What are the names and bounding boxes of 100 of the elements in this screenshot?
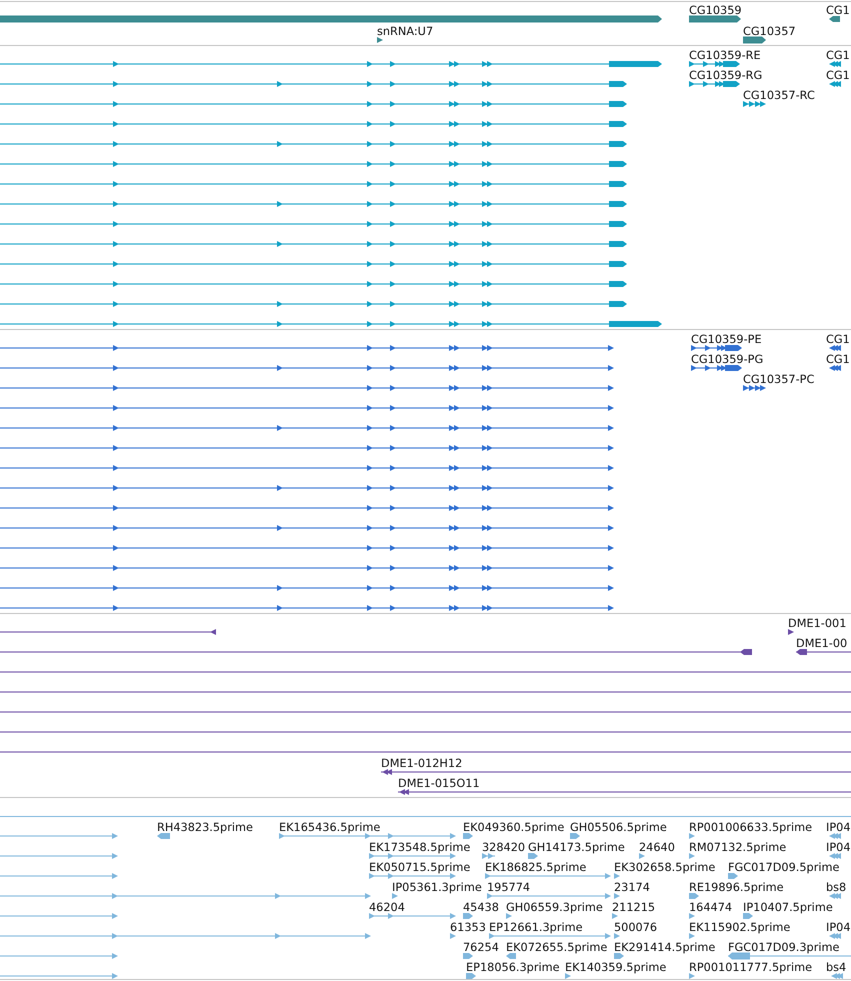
protein-glyph[interactable] <box>690 365 742 371</box>
gene-glyph[interactable] <box>743 36 766 44</box>
transcript-glyph[interactable] <box>829 81 841 87</box>
feature-label[interactable]: DME1-00 <box>796 637 848 650</box>
transcript-glyph[interactable] <box>829 61 841 67</box>
feature-label[interactable]: DME1-001 <box>788 617 846 630</box>
clone-glyph[interactable] <box>398 789 851 795</box>
clone-glyph[interactable] <box>788 629 794 635</box>
est-glyph[interactable] <box>450 933 456 939</box>
est-glyph[interactable] <box>279 833 285 839</box>
feature-label[interactable]: 211215 <box>612 901 656 914</box>
feature-label[interactable]: CG1 <box>826 69 850 82</box>
est-glyph[interactable] <box>689 913 695 919</box>
transcript-glyph[interactable] <box>742 101 766 107</box>
feature-label[interactable]: 76254 <box>463 941 499 954</box>
transcript-glyph[interactable] <box>688 61 740 67</box>
feature-label[interactable]: CG10359-PE <box>691 333 762 346</box>
feature-label[interactable]: EP12661.3prime <box>489 921 583 934</box>
est-glyph[interactable] <box>528 853 538 859</box>
est-glyph[interactable] <box>614 873 620 879</box>
feature-label[interactable]: CG1 <box>826 49 850 62</box>
protein-glyph[interactable] <box>829 345 841 351</box>
est-glyph[interactable] <box>614 933 620 939</box>
feature-label[interactable]: 164474 <box>689 901 732 914</box>
est-glyph[interactable] <box>689 973 695 979</box>
feature-label[interactable]: CG10359 <box>689 4 742 17</box>
feature-label[interactable]: GH06559.3prime <box>506 901 603 914</box>
feature-label[interactable]: RP001006633.5prime <box>689 821 812 834</box>
est-glyph[interactable] <box>689 933 695 939</box>
est-glyph[interactable] <box>392 893 398 899</box>
est-glyph[interactable] <box>466 973 476 979</box>
est-glyph[interactable] <box>506 913 512 919</box>
est-glyph[interactable] <box>728 873 738 879</box>
feature-label[interactable]: EK173548.5prime <box>369 841 470 854</box>
feature-label[interactable]: IP04 <box>826 921 851 934</box>
gene-glyph[interactable] <box>377 37 383 43</box>
est-glyph[interactable] <box>157 833 170 839</box>
est-glyph[interactable] <box>463 833 473 839</box>
feature-label[interactable]: IP04 <box>826 841 851 854</box>
feature-label[interactable]: RE19896.5prime <box>689 881 784 894</box>
feature-label[interactable]: 45438 <box>463 901 499 914</box>
feature-label[interactable]: RM07132.5prime <box>689 841 786 854</box>
feature-label[interactable]: EK072655.5prime <box>506 941 608 954</box>
feature-label[interactable]: CG10357 <box>743 25 796 38</box>
est-glyph[interactable] <box>612 913 618 919</box>
feature-label[interactable]: CG10357-PC <box>743 373 814 386</box>
feature-label[interactable]: EK050715.5prime <box>369 861 470 874</box>
feature-label[interactable]: RP001011777.5prime <box>689 961 812 974</box>
feature-label[interactable]: EK186825.5prime <box>485 861 586 874</box>
gene-glyph[interactable] <box>829 16 840 22</box>
feature-label[interactable]: EK140359.5prime <box>565 961 666 974</box>
est-glyph[interactable] <box>463 953 473 959</box>
feature-label[interactable]: EP18056.3prime <box>466 961 560 974</box>
est-glyph[interactable] <box>728 952 851 960</box>
est-glyph[interactable] <box>831 973 843 979</box>
feature-label[interactable]: DME1-012H12 <box>381 757 462 770</box>
feature-label[interactable]: DME1-015O11 <box>398 777 480 790</box>
protein-glyph[interactable] <box>829 365 841 371</box>
feature-label[interactable]: bs8 <box>826 881 846 894</box>
feature-label[interactable]: 500076 <box>614 921 658 934</box>
feature-label[interactable]: GH14173.5prime <box>528 841 625 854</box>
est-glyph[interactable] <box>829 893 841 899</box>
est-glyph[interactable] <box>487 893 493 899</box>
est-glyph[interactable] <box>689 853 695 859</box>
clone-glyph[interactable] <box>796 649 851 655</box>
transcript-glyph[interactable] <box>688 81 740 87</box>
feature-label[interactable]: IP05361.3prime <box>392 881 482 894</box>
est-glyph[interactable] <box>570 833 580 839</box>
feature-label[interactable]: CG10359-PG <box>691 353 764 366</box>
est-glyph[interactable] <box>489 933 495 939</box>
est-glyph[interactable] <box>485 873 491 879</box>
feature-label[interactable]: CG10357-RC <box>743 89 815 102</box>
feature-label[interactable]: EK302658.5prime <box>614 861 716 874</box>
feature-label[interactable]: CG10359-RG <box>689 69 762 82</box>
est-glyph[interactable] <box>743 913 753 919</box>
feature-label[interactable]: EK115902.5prime <box>689 921 790 934</box>
feature-label[interactable]: FGC017D09.3prime <box>728 941 840 954</box>
est-glyph[interactable] <box>829 933 841 939</box>
est-glyph[interactable] <box>689 893 699 899</box>
feature-label[interactable]: GH05506.5prime <box>570 821 667 834</box>
feature-label[interactable]: IP04 <box>826 821 851 834</box>
protein-glyph[interactable] <box>690 345 742 351</box>
feature-label[interactable]: bs4 <box>826 961 846 974</box>
est-glyph[interactable] <box>614 953 624 959</box>
feature-label[interactable]: CG10359-RE <box>689 49 761 62</box>
est-glyph[interactable] <box>639 853 645 859</box>
feature-label[interactable]: 23174 <box>614 881 650 894</box>
est-glyph[interactable] <box>506 953 516 959</box>
feature-label[interactable]: 24640 <box>639 841 675 854</box>
protein-glyph[interactable] <box>742 385 766 391</box>
est-glyph[interactable] <box>689 833 695 839</box>
feature-label[interactable]: CG1 <box>826 4 850 17</box>
est-glyph[interactable] <box>463 913 473 919</box>
est-glyph[interactable] <box>369 873 375 879</box>
feature-label[interactable]: snRNA:U7 <box>377 25 434 38</box>
feature-label[interactable]: FGC017D09.5prime <box>728 861 840 874</box>
feature-label[interactable]: 46204 <box>369 901 405 914</box>
feature-label[interactable]: EK049360.5prime <box>463 821 564 834</box>
est-glyph[interactable] <box>614 893 620 899</box>
feature-label[interactable]: RH43823.5prime <box>157 821 253 834</box>
